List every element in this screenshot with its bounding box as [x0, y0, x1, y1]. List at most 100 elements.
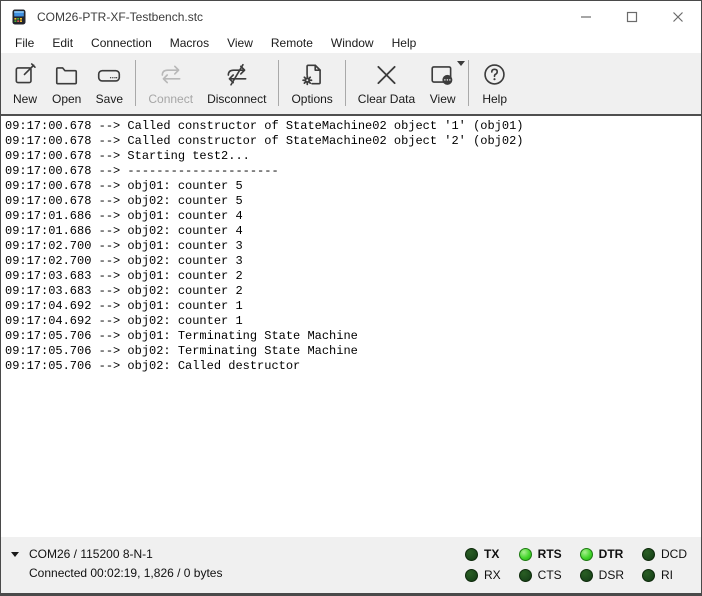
terminal-line: 09:17:01.686 --> obj01: counter 4: [5, 209, 697, 224]
signal-indicator-cts: CTS: [519, 568, 562, 582]
signal-label: DCD: [661, 547, 687, 561]
menu-item-connection[interactable]: Connection: [82, 33, 161, 53]
clear-data-icon: [373, 62, 400, 88]
signal-label: RTS: [538, 547, 562, 561]
maximize-icon: [626, 11, 638, 23]
signal-label: CTS: [538, 568, 562, 582]
terminal-line: 09:17:00.678 --> ---------------------: [5, 164, 697, 179]
signal-label: RI: [661, 568, 673, 582]
signal-indicator-dsr: DSR: [580, 568, 624, 582]
close-button[interactable]: [655, 1, 701, 33]
terminal-line: 09:17:00.678 --> Called constructor of S…: [5, 134, 697, 149]
toolbar-separator: [135, 60, 136, 106]
app-window: COM26-PTR-XF-Testbench.stc File Edit Con…: [0, 0, 702, 596]
view-button[interactable]: View: [422, 55, 463, 114]
open-icon: [53, 62, 80, 88]
help-button[interactable]: Help: [474, 55, 515, 114]
connection-stats-text: Connected 00:02:19, 1,826 / 0 bytes: [29, 564, 222, 583]
terminal-line: 09:17:03.683 --> obj02: counter 2: [5, 284, 697, 299]
help-icon: [481, 62, 508, 88]
terminal-line: 09:17:00.678 --> Called constructor of S…: [5, 119, 697, 134]
menu-item-view[interactable]: View: [218, 33, 262, 53]
terminal-line: 09:17:03.683 --> obj01: counter 2: [5, 269, 697, 284]
status-expand-caret[interactable]: [11, 552, 19, 557]
terminal-line: 09:17:05.706 --> obj02: Terminating Stat…: [5, 344, 697, 359]
terminal-line: 09:17:04.692 --> obj01: counter 1: [5, 299, 697, 314]
signal-indicator-ri: RI: [642, 568, 687, 582]
terminal-line: 09:17:05.706 --> obj01: Terminating Stat…: [5, 329, 697, 344]
minimize-button[interactable]: [563, 1, 609, 33]
new-icon: [12, 62, 38, 88]
led-icon: [580, 569, 593, 582]
connect-button[interactable]: Connect: [141, 55, 200, 114]
new-button[interactable]: New: [5, 55, 45, 114]
disconnect-button-label: Disconnect: [207, 92, 266, 106]
clear-data-button-label: Clear Data: [358, 92, 415, 106]
connect-button-label: Connect: [148, 92, 193, 106]
terminal-line: 09:17:00.678 --> obj01: counter 5: [5, 179, 697, 194]
led-icon: [465, 569, 478, 582]
menu-item-window[interactable]: Window: [322, 33, 383, 53]
window-controls: [563, 1, 701, 33]
view-button-label: View: [430, 92, 456, 106]
toolbar-separator: [345, 60, 346, 106]
menu-item-help[interactable]: Help: [383, 33, 426, 53]
maximize-button[interactable]: [609, 1, 655, 33]
signal-indicators: TX RTS DTR DCD RX CTS DSR RI: [465, 547, 687, 582]
options-button[interactable]: Options: [284, 55, 339, 114]
title-bar[interactable]: COM26-PTR-XF-Testbench.stc: [1, 1, 701, 33]
toolbar: New Open Save Connect: [1, 53, 701, 116]
signal-label: TX: [484, 547, 499, 561]
view-dropdown-caret[interactable]: [457, 61, 465, 66]
clear-data-button[interactable]: Clear Data: [351, 55, 422, 114]
close-icon: [672, 11, 684, 23]
menu-bar: File Edit Connection Macros View Remote …: [1, 33, 701, 53]
led-icon: [580, 548, 593, 561]
minimize-icon: [580, 11, 592, 23]
port-settings-text: COM26 / 115200 8-N-1: [29, 545, 222, 564]
signal-indicator-tx: TX: [465, 547, 501, 561]
app-icon: [11, 9, 27, 25]
view-icon: [429, 62, 456, 88]
terminal-output[interactable]: 09:17:00.678 --> Called constructor of S…: [1, 116, 701, 537]
help-button-label: Help: [482, 92, 507, 106]
signal-indicator-dtr: DTR: [580, 547, 624, 561]
new-button-label: New: [13, 92, 37, 106]
menu-item-macros[interactable]: Macros: [161, 33, 218, 53]
toolbar-separator: [278, 60, 279, 106]
menu-item-remote[interactable]: Remote: [262, 33, 322, 53]
save-button-label: Save: [96, 92, 123, 106]
menu-item-edit[interactable]: Edit: [43, 33, 82, 53]
signal-indicator-rx: RX: [465, 568, 501, 582]
terminal-line: 09:17:05.706 --> obj02: Called destructo…: [5, 359, 697, 374]
terminal-line: 09:17:02.700 --> obj01: counter 3: [5, 239, 697, 254]
led-icon: [642, 548, 655, 561]
open-button-label: Open: [52, 92, 81, 106]
terminal-line: 09:17:00.678 --> Starting test2...: [5, 149, 697, 164]
led-icon: [642, 569, 655, 582]
led-icon: [519, 548, 532, 561]
open-button[interactable]: Open: [45, 55, 88, 114]
signal-label: DTR: [599, 547, 624, 561]
terminal-line: 09:17:04.692 --> obj02: counter 1: [5, 314, 697, 329]
save-button[interactable]: Save: [88, 55, 130, 114]
disconnect-button[interactable]: Disconnect: [200, 55, 273, 114]
led-icon: [519, 569, 532, 582]
connect-icon: [157, 62, 185, 88]
signal-indicator-rts: RTS: [519, 547, 562, 561]
led-icon: [465, 548, 478, 561]
connection-status: COM26 / 115200 8-N-1 Connected 00:02:19,…: [9, 545, 222, 583]
options-icon: [299, 62, 326, 88]
terminal-line: 09:17:01.686 --> obj02: counter 4: [5, 224, 697, 239]
signal-indicator-dcd: DCD: [642, 547, 687, 561]
toolbar-separator: [468, 60, 469, 106]
options-button-label: Options: [291, 92, 332, 106]
signal-label: DSR: [599, 568, 624, 582]
terminal-line: 09:17:02.700 --> obj02: counter 3: [5, 254, 697, 269]
disconnect-icon: [223, 62, 251, 88]
terminal-line: 09:17:00.678 --> obj02: counter 5: [5, 194, 697, 209]
status-bar: COM26 / 115200 8-N-1 Connected 00:02:19,…: [1, 537, 701, 593]
menu-item-file[interactable]: File: [6, 33, 43, 53]
window-title: COM26-PTR-XF-Testbench.stc: [37, 10, 563, 24]
save-icon: [95, 62, 123, 88]
